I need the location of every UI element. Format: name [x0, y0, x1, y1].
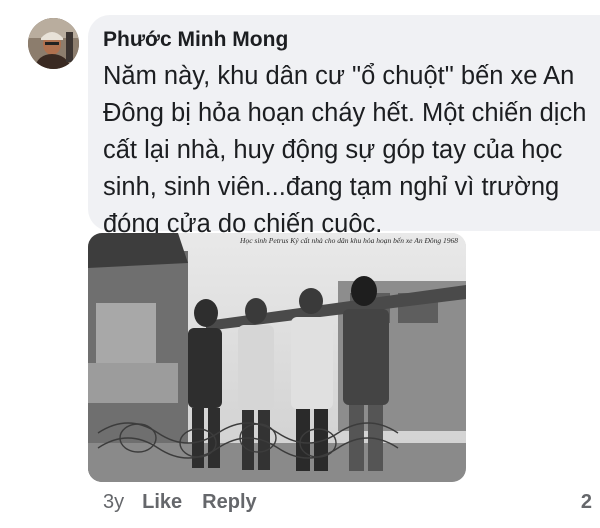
comment-text: Năm này, khu dân cư "ổ chuột" bến xe An … [103, 62, 587, 238]
black-and-white-photo [88, 233, 466, 482]
reply-count[interactable]: 2 [581, 491, 592, 514]
comment-photo[interactable]: Học sinh Petrus Ký cất nhà cho dân khu h… [88, 233, 466, 482]
avatar[interactable] [28, 18, 79, 69]
comment-actions: 3y Like Reply [103, 491, 277, 514]
reply-button[interactable]: Reply [202, 491, 256, 514]
comment-bubble: Phước Minh Mong Năm này, khu dân cư "ổ c… [88, 15, 600, 238]
comment-author[interactable]: Phước Minh Mong [103, 28, 288, 52]
profile-photo-icon [28, 18, 79, 69]
like-button[interactable]: Like [142, 491, 182, 514]
comment-timestamp[interactable]: 3y [103, 491, 124, 514]
photo-caption: Học sinh Petrus Ký cất nhà cho dân khu h… [240, 236, 458, 245]
